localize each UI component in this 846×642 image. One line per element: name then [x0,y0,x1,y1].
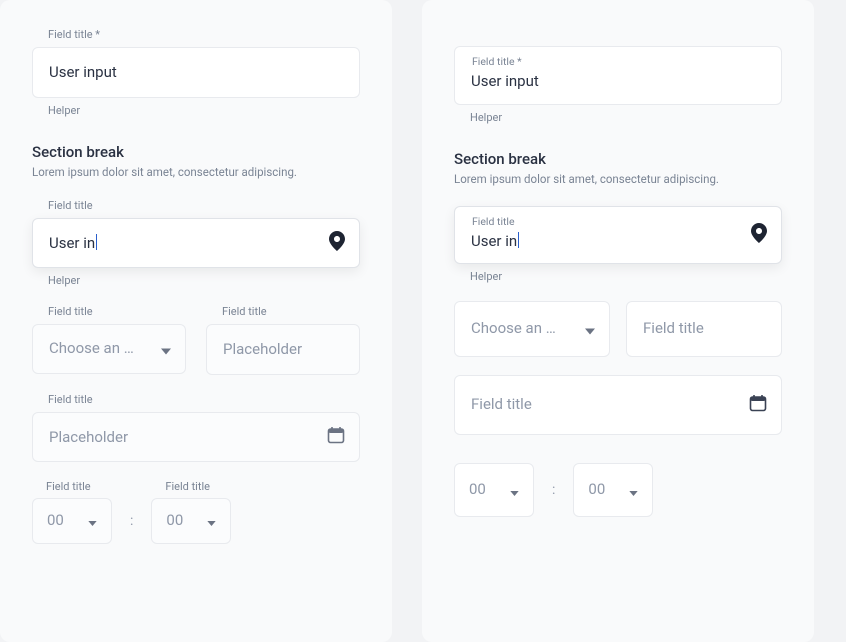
select-placeholder: Choose an option [471,319,561,339]
time-separator: : [130,513,133,529]
section-title: Section break [454,150,782,168]
field-label: Field title [32,393,360,406]
calendar-icon [749,394,767,416]
field-row: Choose an option Field title [454,301,782,357]
chevron-down-icon [207,511,216,530]
time-value: 00 [166,511,183,531]
location-input[interactable]: Field title User in [454,206,782,265]
time-field: Field title 00 [32,480,112,544]
text-caret [518,232,519,248]
location-input[interactable]: User in [32,218,360,269]
chevron-down-icon [161,339,171,358]
section-description: Lorem ipsum dolor sit amet, consectetur … [32,165,360,179]
placeholder: Placeholder [49,428,128,446]
minute-select[interactable]: 00 [151,498,231,544]
input-value: User in [471,232,517,250]
field-label: Field title [151,480,231,493]
field-group: Field title * User input Helper [454,46,782,124]
hour-select[interactable]: 00 [32,498,112,544]
input-value: User input [49,63,117,81]
text-caret [96,234,97,250]
field-label: Field title [32,480,112,493]
chevron-down-icon [629,481,638,500]
text-input[interactable]: User input [32,47,360,98]
field-group: Field title User in Helper [454,206,782,284]
select-input[interactable]: Choose an option [32,324,186,374]
time-value: 00 [588,480,605,500]
minute-select[interactable]: 00 [573,463,653,517]
field-label: Field title * [32,28,360,41]
floating-label: Field title * [472,55,522,68]
chevron-down-icon [585,320,595,339]
placeholder: Field title [471,395,532,415]
field-col: Field title Choose an option [32,305,186,375]
hour-select[interactable]: 00 [454,463,534,517]
chevron-down-icon [510,481,519,500]
floating-label: Field title [472,215,515,228]
time-row: Field title 00 : Field title 00 [32,480,360,544]
time-row: 00 : 00 [454,463,782,517]
field-col: Choose an option [454,301,610,357]
date-input[interactable]: Field title [454,375,782,435]
helper-text: Helper [32,274,360,287]
map-pin-icon [751,223,767,247]
date-input[interactable]: Placeholder [32,412,360,463]
field-col: Field title Placeholder [206,305,360,375]
helper-text: Helper [454,111,782,124]
time-separator: : [552,482,555,498]
time-field: Field title 00 [151,480,231,544]
text-input[interactable]: Placeholder [206,324,360,375]
helper-text: Helper [454,270,782,283]
form-panel-left: Field title * User input Helper Section … [0,0,392,642]
field-group: Field title Placeholder [32,393,360,463]
field-group: Field title User in Helper [32,199,360,288]
time-value: 00 [469,480,486,500]
text-input[interactable]: Field title * User input [454,46,782,105]
calendar-icon [327,426,345,448]
section-title: Section break [32,143,360,161]
input-value: User in [49,234,95,252]
form-panel-right: Field title * User input Helper Section … [422,0,814,642]
section-description: Lorem ipsum dolor sit amet, consectetur … [454,172,782,186]
select-input[interactable]: Choose an option [454,301,610,357]
chevron-down-icon [88,511,97,530]
field-label: Field title [32,305,186,318]
text-input[interactable]: Field title [626,301,782,357]
field-group: Field title [454,375,782,435]
field-label: Field title [206,305,360,318]
map-pin-icon [329,231,345,255]
select-placeholder: Choose an option [49,339,139,359]
helper-text: Helper [32,104,360,117]
section-break: Section break Lorem ipsum dolor sit amet… [454,150,782,186]
time-value: 00 [47,511,64,531]
field-row: Field title Choose an option Field title… [32,305,360,375]
field-col: Field title [626,301,782,357]
section-break: Section break Lorem ipsum dolor sit amet… [32,143,360,179]
field-group: Field title * User input Helper [32,28,360,117]
field-label: Field title [32,199,360,212]
placeholder: Placeholder [223,340,302,358]
input-value: User input [471,72,539,90]
placeholder: Field title [643,319,704,339]
